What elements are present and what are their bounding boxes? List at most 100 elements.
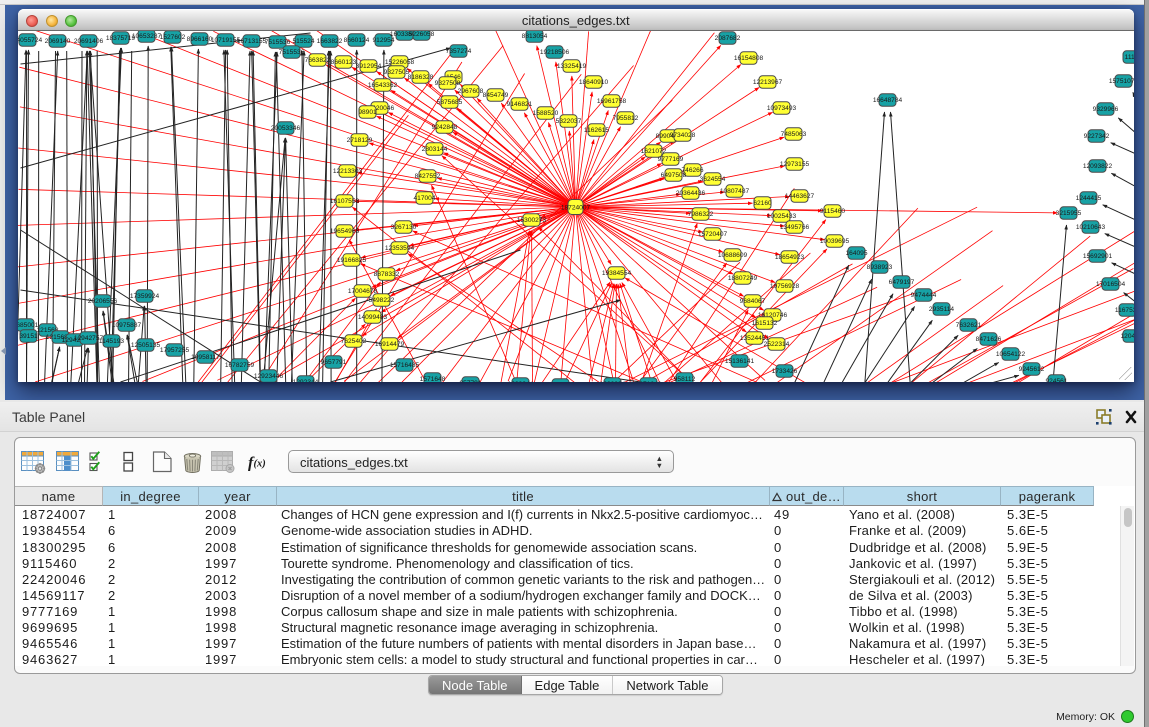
svg-text:924561: 924561 — [1045, 378, 1067, 382]
svg-text:7485063: 7485063 — [780, 131, 806, 138]
svg-text:3267130: 3267130 — [390, 224, 416, 231]
svg-text:7663822: 7663822 — [304, 57, 330, 64]
svg-text:10039695: 10039695 — [819, 238, 849, 245]
svg-text:19218506: 19218506 — [539, 49, 569, 56]
svg-text:9242848: 9242848 — [431, 124, 457, 131]
svg-text:13325419: 13325419 — [556, 63, 586, 70]
svg-text:10653287: 10653287 — [131, 33, 161, 40]
svg-text:10025433: 10025433 — [766, 213, 796, 220]
svg-text:9329966: 9329966 — [1092, 106, 1118, 113]
svg-text:18654923: 18654923 — [774, 254, 804, 261]
svg-text:62160: 62160 — [753, 200, 772, 207]
svg-text:16154808: 16154808 — [733, 55, 763, 62]
svg-text:8471626: 8471626 — [975, 336, 1001, 343]
svg-text:16543362: 16543362 — [367, 82, 397, 89]
svg-text:15716485: 15716485 — [389, 362, 419, 369]
svg-text:7515536: 7515536 — [264, 39, 290, 46]
svg-text:17004678: 17004678 — [347, 288, 377, 295]
svg-text:2967608: 2967608 — [457, 88, 483, 95]
svg-text:7357274: 7357274 — [445, 48, 471, 55]
svg-text:(x): (x) — [254, 459, 266, 470]
svg-text:20364436: 20364436 — [675, 190, 705, 197]
svg-text:15136141: 15136141 — [724, 358, 754, 365]
svg-text:2935114: 2935114 — [928, 306, 954, 313]
svg-text:15226058: 15226058 — [384, 59, 414, 66]
svg-text:2087682: 2087682 — [714, 35, 740, 42]
svg-text:7632621: 7632621 — [955, 322, 981, 329]
svg-text:10756928: 10756928 — [769, 283, 799, 290]
svg-text:12213967: 12213967 — [752, 79, 782, 86]
svg-text:20206556: 20206556 — [87, 298, 117, 305]
svg-text:7986322: 7986322 — [687, 211, 713, 218]
svg-text:5498222: 5498222 — [368, 297, 394, 304]
svg-text:17016504: 17016504 — [1095, 281, 1125, 288]
svg-text:1162615: 1162615 — [583, 127, 609, 134]
svg-text:3215955: 3215955 — [1055, 210, 1081, 217]
svg-text:9684067: 9684067 — [739, 298, 765, 305]
svg-text:164095: 164095 — [845, 250, 867, 257]
svg-text:1615132: 1615132 — [751, 320, 777, 327]
svg-text:9245612: 9245612 — [1018, 366, 1044, 373]
svg-text:9474444: 9474444 — [910, 292, 936, 299]
svg-text:18807249: 18807249 — [727, 275, 757, 282]
svg-text:16648784: 16648784 — [872, 97, 902, 104]
svg-text:1292344: 1292344 — [292, 379, 318, 382]
svg-text:9146821: 9146821 — [506, 101, 532, 108]
svg-text:10807487: 10807487 — [719, 188, 749, 195]
svg-text:8186328: 8186328 — [407, 74, 433, 81]
svg-text:1145193: 1145193 — [98, 338, 124, 345]
svg-text:1244415: 1244415 — [1075, 195, 1101, 202]
svg-text:12213303: 12213303 — [332, 168, 362, 175]
svg-text:39151: 39151 — [19, 333, 38, 340]
svg-text:8813054: 8813054 — [521, 33, 547, 40]
svg-text:19654963: 19654963 — [329, 228, 359, 235]
svg-text:18640910: 18640910 — [578, 79, 608, 86]
svg-text:9115460: 9115460 — [819, 208, 845, 215]
svg-text:16961758: 16961758 — [596, 98, 626, 105]
svg-text:8454749: 8454749 — [482, 92, 508, 99]
svg-text:417004: 417004 — [413, 195, 435, 202]
svg-text:98901: 98901 — [358, 109, 377, 116]
svg-text:17359924: 17359924 — [129, 293, 159, 300]
svg-text:13495766: 13495766 — [779, 224, 809, 231]
svg-text:16713155: 16713155 — [236, 38, 266, 45]
svg-text:1571648: 1571648 — [419, 376, 445, 382]
svg-text:958112: 958112 — [673, 376, 695, 382]
svg-text:10210643: 10210643 — [1075, 224, 1105, 231]
svg-text:20691406: 20691406 — [73, 38, 103, 45]
svg-text:12973155: 12973155 — [779, 161, 809, 168]
svg-text:15300273: 15300273 — [516, 217, 546, 224]
svg-text:10973493: 10973493 — [766, 105, 796, 112]
svg-text:8938923: 8938923 — [866, 264, 892, 271]
svg-text:14055724: 14055724 — [18, 37, 42, 44]
svg-text:19384554: 19384554 — [601, 270, 631, 277]
svg-text:10975887: 10975887 — [111, 322, 141, 329]
svg-text:12353594: 12353594 — [384, 245, 414, 252]
svg-text:2069140: 2069140 — [44, 38, 70, 45]
svg-text:16914479: 16914479 — [374, 341, 404, 348]
svg-text:2803144: 2803144 — [421, 146, 447, 153]
svg-text:9327505: 9327505 — [383, 69, 409, 76]
svg-text:1663822: 1663822 — [316, 38, 342, 45]
svg-text:8660123: 8660123 — [330, 59, 356, 66]
svg-text:8427552: 8427552 — [414, 173, 440, 180]
svg-text:14099483: 14099483 — [357, 314, 387, 321]
svg-text:20053346: 20053346 — [270, 125, 300, 132]
svg-text:7955812: 7955812 — [612, 115, 638, 122]
svg-text:2522314: 2522314 — [763, 341, 789, 348]
svg-text:120465: 120465 — [1120, 333, 1134, 340]
svg-text:6497508: 6497508 — [660, 172, 686, 179]
svg-text:8660124: 8660124 — [343, 37, 369, 44]
svg-text:9327508: 9327508 — [434, 80, 460, 87]
svg-text:2718129: 2718129 — [346, 137, 372, 144]
svg-text:5322037: 5322037 — [555, 118, 581, 125]
svg-text:10654122: 10654122 — [995, 351, 1025, 358]
svg-text:912954: 912954 — [372, 37, 394, 44]
svg-text:7515536: 7515536 — [278, 49, 304, 56]
svg-text:1527602: 1527602 — [159, 34, 185, 41]
svg-text:515524: 515524 — [292, 38, 314, 45]
svg-text:6479197: 6479197 — [888, 279, 914, 286]
svg-text:1022334: 1022334 — [599, 381, 625, 382]
svg-text:1733426: 1733426 — [771, 368, 797, 375]
svg-text:8878332: 8878332 — [373, 271, 399, 278]
